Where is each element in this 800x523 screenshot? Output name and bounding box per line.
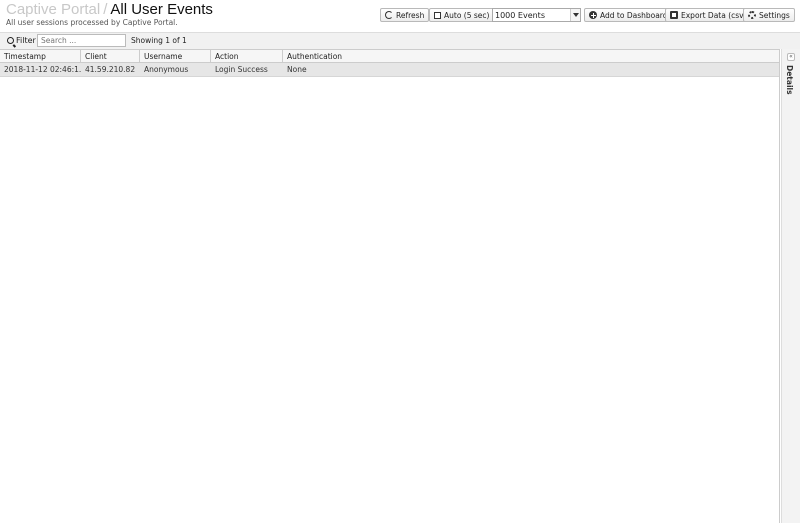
page-subtitle: All user sessions processed by Captive P…	[6, 18, 178, 27]
search-icon	[7, 37, 14, 44]
column-header-action[interactable]: Action	[211, 50, 283, 63]
refresh-button[interactable]: Refresh	[380, 8, 430, 22]
breadcrumb-current: All User Events	[110, 1, 213, 18]
settings-button[interactable]: Settings	[743, 8, 795, 22]
details-panel-label[interactable]: Details	[785, 65, 794, 95]
column-header-timestamp[interactable]: Timestamp	[0, 50, 81, 63]
cell-action: Login Success	[215, 65, 268, 74]
add-to-dashboard-label: Add to Dashboard	[600, 10, 668, 20]
search-input[interactable]	[37, 34, 126, 47]
plus-circle-icon	[589, 11, 597, 19]
export-icon	[670, 11, 678, 19]
column-header-username[interactable]: Username	[140, 50, 211, 63]
breadcrumb-parent[interactable]: Captive Portal	[6, 1, 100, 18]
cell-client: 41.59.210.82	[85, 65, 136, 74]
auto-refresh-toggle[interactable]: Auto (5 sec)	[429, 8, 495, 22]
breadcrumb-separator: /	[103, 1, 108, 18]
details-panel[interactable]: « Details	[781, 49, 800, 523]
events-table: Timestamp Client Username Action Authent…	[0, 49, 780, 523]
page-header: Captive Portal / All User Events All user …	[0, 0, 800, 32]
refresh-icon	[385, 11, 393, 19]
refresh-label: Refresh	[396, 10, 425, 20]
column-header-client[interactable]: Client	[81, 50, 140, 63]
chevron-down-icon[interactable]	[570, 9, 580, 21]
table-header: Timestamp Client Username Action Authent…	[0, 50, 779, 63]
add-to-dashboard-button[interactable]: Add to Dashboard	[584, 8, 673, 22]
page-title: Captive Portal / All User Events	[6, 1, 213, 18]
auto-refresh-label: Auto (5 sec)	[444, 10, 490, 20]
filter-label-text: Filter	[16, 36, 36, 45]
results-count: Showing 1 of 1	[131, 36, 187, 45]
table-row[interactable]: 2018-11-12 02:46:1... 41.59.210.82 Anony…	[0, 63, 779, 77]
checkbox-icon	[434, 11, 441, 19]
gear-icon	[748, 11, 756, 19]
events-count-select[interactable]: 1000 Events	[492, 8, 581, 22]
column-header-authentication[interactable]: Authentication	[283, 50, 780, 63]
cell-timestamp: 2018-11-12 02:46:1...	[4, 65, 81, 74]
events-count-value: 1000 Events	[495, 10, 545, 20]
filter-label: Filter	[7, 36, 36, 45]
export-csv-button[interactable]: Export Data (csv)	[665, 8, 752, 22]
expand-panel-icon[interactable]: «	[787, 53, 795, 61]
cell-authentication: None	[287, 65, 307, 74]
settings-label: Settings	[759, 10, 790, 20]
export-csv-label: Export Data (csv)	[681, 10, 747, 20]
cell-username: Anonymous	[144, 65, 189, 74]
filter-toolbar: Filter Showing 1 of 1	[0, 32, 800, 49]
